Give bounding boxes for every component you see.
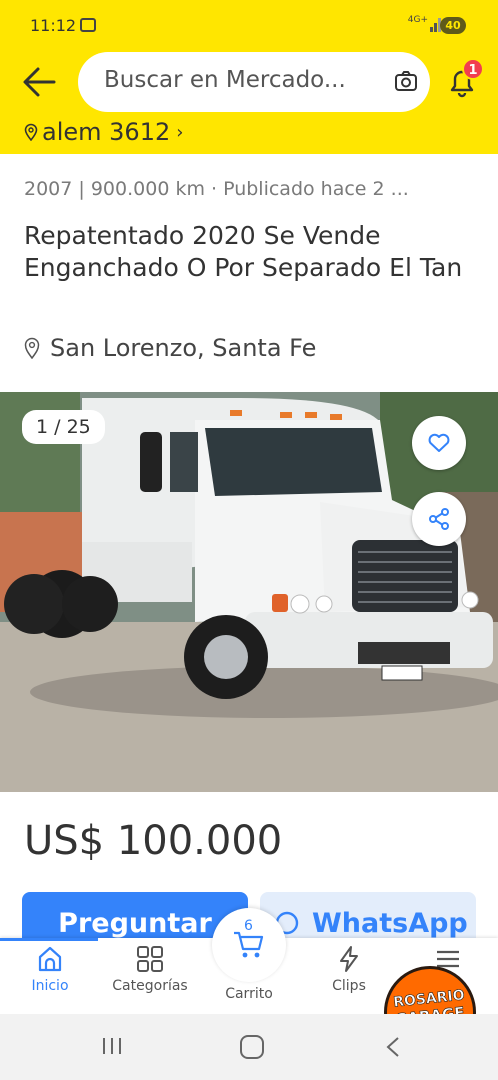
network-indicator: 4G+ — [407, 15, 428, 25]
listing-price: US$ 100.000 — [24, 818, 283, 864]
tab-label: Categorías — [112, 978, 188, 994]
tab-carrito[interactable]: 6 — [212, 908, 286, 982]
listing-location: San Lorenzo, Santa Fe — [24, 334, 316, 362]
whatsapp-label: WhatsApp — [312, 908, 468, 939]
system-navigation-bar — [0, 1014, 498, 1080]
location-text: alem 3612 — [42, 118, 171, 146]
notifications-button[interactable]: 1 — [444, 58, 484, 100]
tab-label: Clips — [332, 978, 366, 994]
status-time: 11:12 — [30, 16, 77, 35]
tab-label: Carrito — [225, 986, 273, 1002]
location-pin-icon — [24, 337, 40, 359]
tab-categorias[interactable]: Categorías — [104, 944, 196, 994]
location-pin-icon — [24, 123, 38, 141]
listing-location-text: San Lorenzo, Santa Fe — [50, 334, 317, 362]
share-button[interactable] — [412, 492, 466, 546]
chevron-right-icon: › — [176, 121, 184, 143]
tab-inicio[interactable]: Inicio — [4, 944, 96, 994]
battery-indicator: 40 — [440, 17, 466, 34]
back-arrow-icon[interactable] — [18, 62, 60, 102]
search-bar[interactable]: Buscar en Mercado... — [78, 52, 430, 112]
home-button-icon[interactable] — [240, 1035, 264, 1059]
share-icon — [429, 508, 449, 530]
favorite-button[interactable] — [412, 416, 466, 470]
camera-icon[interactable] — [394, 70, 418, 92]
grid-icon — [137, 946, 163, 972]
lightning-icon — [340, 946, 358, 972]
tab-label: Inicio — [31, 978, 69, 994]
recent-apps-icon[interactable] — [100, 1036, 124, 1056]
delivery-location[interactable]: alem 3612 › — [24, 118, 183, 146]
tab-clips[interactable]: Clips — [303, 944, 395, 994]
heart-icon — [428, 433, 450, 452]
active-tab-indicator — [0, 938, 98, 941]
home-icon — [38, 946, 62, 972]
notification-badge: 1 — [462, 58, 484, 80]
listing-photo[interactable]: 1 / 25 — [0, 392, 498, 792]
listing-title: Repatentado 2020 Se Vende Enganchado O P… — [24, 221, 463, 282]
screen-record-icon — [80, 18, 96, 32]
cart-count: 6 — [244, 918, 253, 934]
app-header: Buscar en Mercado... 1 alem 3612 › — [0, 52, 498, 154]
listing-meta: 2007 | 900.000 km · Publicado hace 2 ... — [24, 178, 409, 200]
status-bar: 11:12 4G+ 40 — [0, 0, 498, 52]
photo-counter: 1 / 25 — [22, 410, 105, 444]
system-back-icon[interactable] — [384, 1036, 402, 1058]
search-placeholder: Buscar en Mercado... — [104, 67, 346, 93]
